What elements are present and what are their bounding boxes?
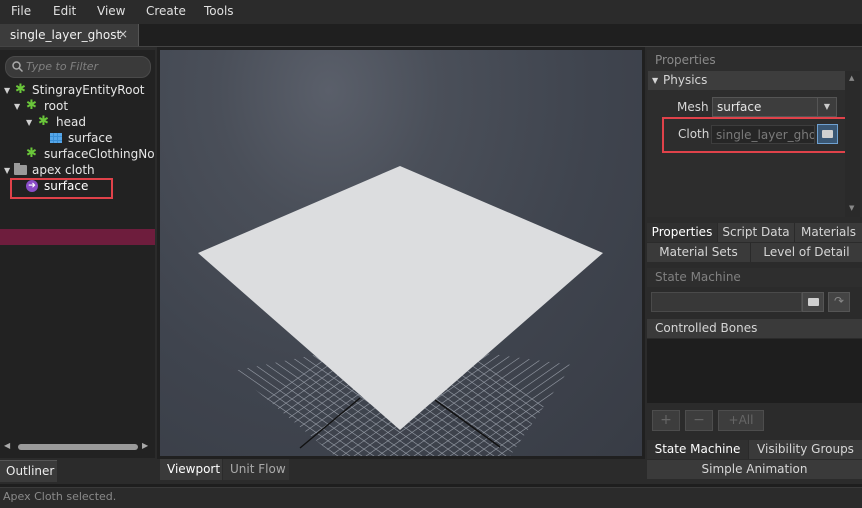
folder-icon [808,298,819,306]
tab-outliner[interactable]: Outliner [0,460,57,482]
tab-viewport-label: Viewport [167,462,221,476]
browse-state-machine-button[interactable] [802,292,824,312]
tab-material-sets[interactable]: Material Sets [647,243,751,262]
scroll-right-icon[interactable]: ▶ [142,441,148,450]
status-bar: Apex Cloth selected. [0,487,862,508]
tab-unit-flow[interactable]: Unit Flow [223,459,289,480]
outliner-panel: Type to Filter ▼ ✱ StingrayEntityRoot ▼ … [0,50,155,458]
redo-arrow-icon: ↷ [834,294,845,308]
search-icon [12,61,23,72]
filter-placeholder: Type to Filter [26,60,99,73]
scroll-down-icon[interactable]: ▼ [849,204,854,212]
expand-arrow-icon[interactable]: ▼ [4,166,10,175]
add-all-bones-button[interactable]: +All [718,410,764,431]
viewport-tab-strip: Viewport Unit Flow [157,459,645,481]
tree-item-surface-clothing-node[interactable]: ✱ surfaceClothingNode [0,147,155,163]
properties-header-label: Properties [655,53,716,67]
annotation-highlight-box [662,117,848,153]
filter-input[interactable]: Type to Filter [5,56,151,78]
annotation-highlight-box [10,178,113,199]
tree-item-apex-cloth[interactable]: ▼ apex cloth [0,163,155,179]
tab-state-machine[interactable]: State Machine [647,440,749,459]
folder-icon [14,163,27,175]
mesh-dropdown[interactable]: surface ▼ [712,97,837,117]
tab-level-of-detail-label: Level of Detail [763,245,850,259]
cloth-surface-plane [198,166,603,430]
tree-item-head[interactable]: ▼ ✱ head [0,114,155,131]
tree-item-stingray-entity-root[interactable]: ▼ ✱ StingrayEntityRoot [0,82,155,99]
entity-gear-icon: ✱ [38,114,49,129]
tab-level-of-detail[interactable]: Level of Detail [751,243,862,262]
tree-item-label: surface [68,131,113,145]
tab-properties[interactable]: Properties [647,223,718,242]
grid-axis-line [434,399,501,448]
tab-state-machine-label: State Machine [654,442,741,456]
mesh-grid-icon [50,133,62,143]
properties-vertical-scrollbar[interactable]: ▲ ▼ [845,71,860,217]
tab-unit-flow-label: Unit Flow [230,462,286,476]
controlled-bones-list[interactable] [647,339,862,403]
add-bone-button[interactable]: + [652,410,680,431]
scroll-up-icon[interactable]: ▲ [849,74,854,82]
state-machine-header-label: State Machine [655,270,741,284]
expand-arrow-icon[interactable]: ▼ [14,102,20,111]
tab-simple-animation[interactable]: Simple Animation [647,460,862,479]
physics-section-header[interactable]: ▼ Physics [648,71,845,90]
scroll-left-icon[interactable]: ◀ [4,441,10,450]
mesh-dropdown-value: surface [717,100,762,114]
controlled-bones-label: Controlled Bones [655,321,758,335]
tab-simple-animation-label: Simple Animation [701,462,808,476]
collapse-arrow-icon[interactable]: ▼ [652,76,658,85]
physics-section-label: Physics [663,73,708,87]
tab-script-data[interactable]: Script Data [718,223,795,242]
tree-item-label: root [44,99,69,113]
properties-header: Properties [647,51,862,70]
document-tab-strip: single_layer_ghost × [0,24,862,47]
menu-edit[interactable]: Edit [53,4,76,18]
menu-bar: File Edit View Create Tools [0,0,862,24]
document-tab-label: single_layer_ghost [10,28,122,42]
tree-item-surface-mesh[interactable]: surface [0,131,155,147]
expand-arrow-icon[interactable]: ▼ [4,86,10,95]
entity-gear-icon: ✱ [15,82,26,97]
tree-item-root[interactable]: ▼ ✱ root [0,98,155,115]
remove-bone-button[interactable]: − [685,410,713,431]
entity-gear-icon: ✱ [26,98,37,113]
tab-materials-label: Materials [800,225,856,239]
menu-view[interactable]: View [97,4,125,18]
entity-gear-icon: ✱ [26,147,37,161]
menu-create[interactable]: Create [146,4,186,18]
tab-visibility-groups[interactable]: Visibility Groups [749,440,862,459]
status-text: Apex Cloth selected. [3,490,117,503]
document-tab[interactable]: single_layer_ghost × [0,24,139,46]
viewport-canvas[interactable] [160,50,642,456]
tab-outliner-label: Outliner [6,464,55,478]
selection-highlight [0,229,155,245]
tab-viewport[interactable]: Viewport [160,459,222,480]
scrollbar-thumb[interactable] [18,444,138,450]
tree-item-label: StingrayEntityRoot [32,83,145,97]
state-machine-header: State Machine [647,268,862,287]
viewport-scene [198,166,603,456]
open-state-machine-button[interactable]: ↷ [828,292,850,312]
tab-material-sets-label: Material Sets [659,245,738,259]
tree-item-label: head [56,115,86,129]
state-machine-resource-field[interactable] [651,292,802,312]
controlled-bones-header: Controlled Bones [647,319,862,338]
expand-arrow-icon[interactable]: ▼ [26,118,32,127]
outliner-horizontal-scrollbar[interactable]: ◀ ▶ [4,441,152,452]
tree-item-label: surfaceClothingNode [44,147,155,161]
mesh-label: Mesh [677,100,709,114]
tree-item-label: apex cloth [32,163,95,177]
tab-materials[interactable]: Materials [795,223,862,242]
tab-properties-label: Properties [651,225,713,239]
chevron-down-icon[interactable]: ▼ [817,98,836,116]
tab-visibility-groups-label: Visibility Groups [757,442,854,456]
close-tab-icon[interactable]: × [118,27,128,41]
menu-tools[interactable]: Tools [204,4,234,18]
menu-file[interactable]: File [11,4,31,18]
tab-script-data-label: Script Data [722,225,790,239]
